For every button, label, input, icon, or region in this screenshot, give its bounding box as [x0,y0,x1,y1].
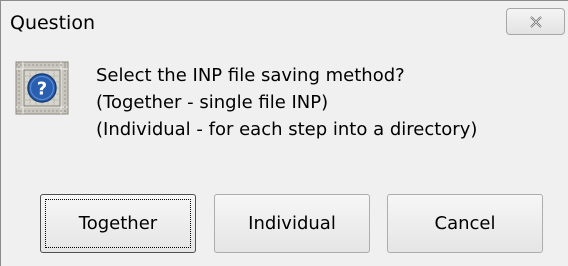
question-dialog: Question ? Select the INP file saving me… [0,0,568,266]
message-text: Select the INP file saving method? (Toge… [96,63,477,144]
together-button[interactable]: Together [40,194,196,253]
message-line-3: (Individual - for each step into a direc… [96,119,478,140]
focus-rectangle [45,199,191,248]
question-icon: ? [15,61,69,115]
svg-text:?: ? [37,79,47,100]
close-button[interactable] [506,8,565,35]
message-line-2: (Together - single file INP) [96,92,329,113]
message-line-1: Select the INP file saving method? [96,65,405,86]
close-x-icon [530,16,542,28]
individual-button[interactable]: Individual [214,194,370,253]
title-bar[interactable]: Question [1,1,568,47]
window-title: Question [10,12,95,34]
cancel-button[interactable]: Cancel [387,194,543,253]
individual-button-label: Individual [248,213,336,234]
cancel-button-label: Cancel [434,213,496,234]
